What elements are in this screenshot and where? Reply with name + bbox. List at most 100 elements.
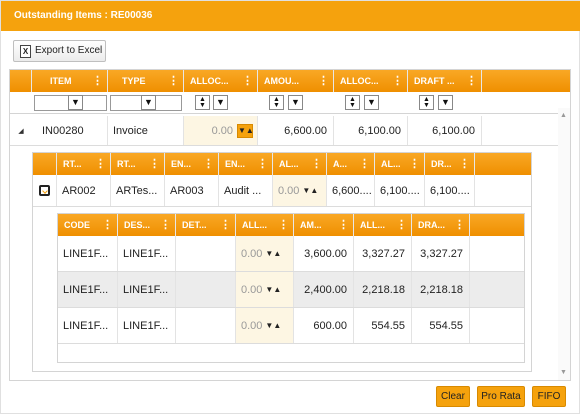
detail-cell-6: 6,600.... (327, 175, 375, 206)
line-col-desc-menu-icon[interactable]: ⋮ (160, 214, 171, 236)
vertical-scrollbar[interactable]: ▲ ▼ (558, 108, 570, 380)
detail-col-7-menu-icon[interactable]: ⋮ (409, 153, 420, 175)
export-label: Export to Excel (35, 45, 103, 56)
col-type-header[interactable]: TYPE ⋮ (108, 70, 184, 92)
scroll-down-icon[interactable]: ▼ (560, 369, 567, 376)
detail-col-6-label: A... (333, 159, 348, 169)
detail-col-4-menu-icon[interactable]: ⋮ (257, 153, 268, 175)
line-row[interactable]: LINE1F... LINE1F... 0.00 ▼▲ 3,600.00 3,32… (58, 236, 524, 272)
line-col-code-menu-icon[interactable]: ⋮ (102, 214, 113, 236)
draft-sort-icon[interactable]: ▲ ▼ (419, 95, 434, 110)
line-cell-alloc-editor[interactable]: 0.00 ▼▲ (236, 308, 294, 343)
amount-filter-icon[interactable]: ▼ (288, 95, 303, 110)
col-amount-header[interactable]: AMOU... ⋮ (258, 70, 334, 92)
line-alloc-dropdown-icon[interactable]: ▼▲ (265, 321, 281, 330)
clear-button[interactable]: Clear (436, 386, 470, 407)
detail-row-checkbox[interactable] (33, 175, 57, 206)
detail-col-4-header[interactable]: EN... ⋮ (219, 153, 273, 175)
amount-sort-icon[interactable]: ▲ ▼ (269, 95, 284, 110)
col-item-header[interactable]: ITEM ⋮ (32, 70, 108, 92)
alloc2-filter-icon[interactable]: ▼ (364, 95, 379, 110)
col-alloc-header[interactable]: ALLOC... ⋮ (184, 70, 258, 92)
col-amount-menu-icon[interactable]: ⋮ (318, 70, 329, 92)
main-grid-row[interactable]: ◢ IN00280 Invoice 0.00 ▼▲ 6,600.00 6,100.… (10, 116, 558, 146)
line-col-alloc2-label: ALL... (360, 220, 385, 230)
alloc-dropdown-icon[interactable]: ▼▲ (237, 123, 254, 138)
type-filter-icon[interactable]: ▼ (141, 95, 156, 110)
detail-col-3-menu-icon[interactable]: ⋮ (203, 153, 214, 175)
line-col-alloc-header[interactable]: ALL... ⋮ (236, 214, 294, 236)
detail-col-8-menu-icon[interactable]: ⋮ (459, 153, 470, 175)
detail-col-6-menu-icon[interactable]: ⋮ (359, 153, 370, 175)
detail-col-3-header[interactable]: EN... ⋮ (165, 153, 219, 175)
line-cell-amount: 600.00 (294, 308, 354, 343)
line-col-alloc-menu-icon[interactable]: ⋮ (278, 214, 289, 236)
line-col-desc-label: DES... (124, 220, 151, 230)
line-alloc-dropdown-icon[interactable]: ▼▲ (265, 285, 281, 294)
detail-col-1-label: RT... (63, 159, 82, 169)
col-draft-header[interactable]: DRAFT ... ⋮ (408, 70, 482, 92)
detail-cell-7: 6,100.... (375, 175, 425, 206)
expand-column-header (10, 70, 32, 92)
detail-col-6-header[interactable]: A... ⋮ (327, 153, 375, 175)
line-col-desc-header[interactable]: DES... ⋮ (118, 214, 176, 236)
line-cell-code: LINE1F... (58, 236, 118, 271)
detail-col-5-header[interactable]: AL... ⋮ (273, 153, 327, 175)
detail-col-2-menu-icon[interactable]: ⋮ (149, 153, 160, 175)
line-col-det-header[interactable]: DET... ⋮ (176, 214, 236, 236)
cell-alloc-editor[interactable]: 0.00 ▼▲ (184, 116, 258, 145)
alloc-filter-icon[interactable]: ▼ (213, 95, 228, 110)
col-draft-label: DRAFT ... (414, 76, 455, 86)
pro-rata-button[interactable]: Pro Rata (477, 386, 525, 407)
line-col-alloc2-header[interactable]: ALL... ⋮ (354, 214, 412, 236)
line-col-amount-header[interactable]: AM... ⋮ (294, 214, 354, 236)
detail-cell-alloc-editor[interactable]: 0.00 ▼▲ (273, 175, 327, 206)
line-col-draft-header[interactable]: DRA... ⋮ (412, 214, 470, 236)
col-amount-label: AMOU... (264, 76, 299, 86)
line-row[interactable]: LINE1F... LINE1F... 0.00 ▼▲ 2,400.00 2,21… (58, 272, 524, 308)
line-col-code-label: CODE (64, 220, 91, 230)
detail-grid-row[interactable]: AR002 ARTes... AR003 Audit ... 0.00 ▼▲ 6,… (33, 175, 531, 207)
line-row[interactable]: LINE1F... LINE1F... 0.00 ▼▲ 600.00 554.55… (58, 308, 524, 344)
detail-col-8-label: DR... (431, 159, 452, 169)
line-col-alloc2-menu-icon[interactable]: ⋮ (396, 214, 407, 236)
draft-filter-icon[interactable]: ▼ (438, 95, 453, 110)
cell-alloc-value: 0.00 (211, 124, 233, 137)
detail-alloc-dropdown-icon[interactable]: ▼▲ (302, 186, 318, 195)
detail-col-2-label: RT... (117, 159, 136, 169)
detail-col-1-header[interactable]: RT... ⋮ (57, 153, 111, 175)
col-alloc2-header[interactable]: ALLOC... ⋮ (334, 70, 408, 92)
line-cell-alloc-editor[interactable]: 0.00 ▼▲ (236, 236, 294, 271)
detail-col-8-header[interactable]: DR... ⋮ (425, 153, 475, 175)
line-col-amount-label: AM... (300, 220, 322, 230)
col-alloc-menu-icon[interactable]: ⋮ (242, 70, 253, 92)
col-item-menu-icon[interactable]: ⋮ (92, 70, 103, 92)
detail-col-5-menu-icon[interactable]: ⋮ (311, 153, 322, 175)
line-col-det-menu-icon[interactable]: ⋮ (220, 214, 231, 236)
fifo-button[interactable]: FIFO (532, 386, 566, 407)
item-filter-icon[interactable]: ▼ (68, 95, 83, 110)
line-col-amount-menu-icon[interactable]: ⋮ (338, 214, 349, 236)
detail-col-7-header[interactable]: AL... ⋮ (375, 153, 425, 175)
detail-grid-header: RT... ⋮ RT... ⋮ EN... ⋮ EN... ⋮ AL... ⋮ A... ⋮… (33, 153, 531, 175)
col-type-menu-icon[interactable]: ⋮ (168, 70, 179, 92)
line-cell-draft: 2,218.18 (412, 272, 470, 307)
line-col-code-header[interactable]: CODE ⋮ (58, 214, 118, 236)
alloc2-sort-icon[interactable]: ▲ ▼ (345, 95, 360, 110)
line-alloc-dropdown-icon[interactable]: ▼▲ (265, 249, 281, 258)
detail-col-2-header[interactable]: RT... ⋮ (111, 153, 165, 175)
detail-col-1-menu-icon[interactable]: ⋮ (95, 153, 106, 175)
scroll-up-icon[interactable]: ▲ (560, 112, 567, 119)
excel-icon: X (20, 45, 31, 58)
line-cell-desc: LINE1F... (118, 236, 176, 271)
line-cell-draft: 554.55 (412, 308, 470, 343)
line-cell-amount: 3,600.00 (294, 236, 354, 271)
line-col-draft-menu-icon[interactable]: ⋮ (454, 214, 465, 236)
col-alloc2-menu-icon[interactable]: ⋮ (392, 70, 403, 92)
line-cell-alloc-editor[interactable]: 0.00 ▼▲ (236, 272, 294, 307)
alloc-sort-icon[interactable]: ▲ ▼ (195, 95, 210, 110)
collapse-row-icon[interactable]: ◢ (10, 116, 32, 145)
col-draft-menu-icon[interactable]: ⋮ (466, 70, 477, 92)
line-cell-alloc2: 554.55 (354, 308, 412, 343)
export-to-excel-button[interactable]: X Export to Excel (13, 40, 106, 62)
